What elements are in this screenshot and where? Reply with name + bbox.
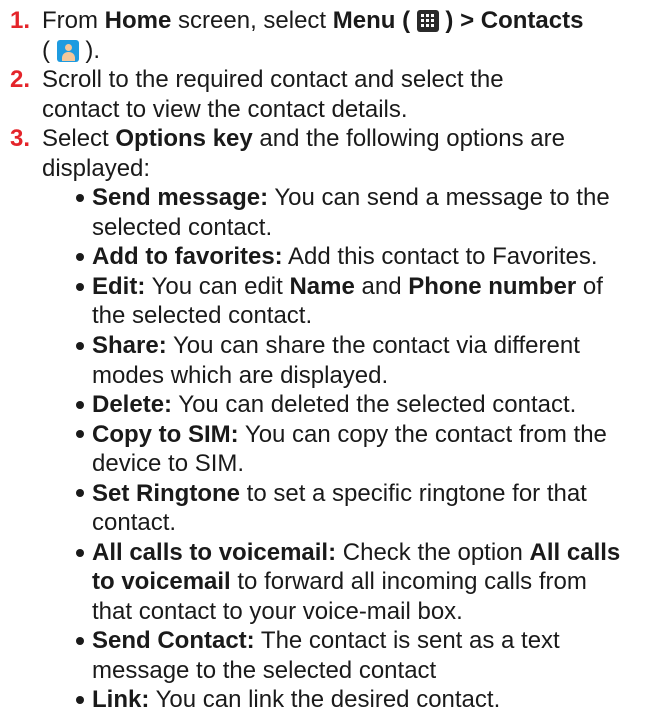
option-text: the selected contact. — [92, 302, 313, 330]
step-text: Select Options key and the following opt… — [42, 124, 647, 183]
instructions-document: 1. From Home screen, select Menu ( ) > C… — [0, 0, 655, 719]
option-text: Phone number — [408, 272, 577, 300]
option-label: Edit: — [92, 272, 146, 300]
contacts-person-icon — [56, 39, 79, 62]
option-label: Send message: — [92, 184, 269, 212]
option-share: Share: You can share the contact via dif… — [0, 331, 655, 390]
text-line: Scroll to the required contact and selec… — [42, 66, 504, 94]
step-1: 1. From Home screen, select Menu ( ) > C… — [0, 6, 655, 65]
option-label: Link: — [92, 686, 150, 714]
option-text: You can link the desired contact. — [149, 686, 501, 714]
option-text: Check the option — [336, 538, 530, 566]
option-text: The contact is sent as a text — [254, 627, 560, 655]
option-text: contact. — [92, 509, 177, 537]
text-run: From — [42, 7, 105, 34]
option-text: message to the selected contact — [92, 656, 437, 684]
option-text: to set a specific ringtone for that — [240, 479, 587, 507]
option-send-contact: Send Contact: The contact is sent as a t… — [0, 626, 655, 685]
option-text: You can deleted the selected contact. — [172, 391, 577, 419]
option-text: You can share the contact via different — [166, 331, 580, 359]
option-text: Name — [289, 272, 355, 300]
option-text: You can copy the contact from the — [238, 420, 607, 448]
option-set-ringtone: Set Ringtone to set a specific ringtone … — [0, 479, 655, 538]
bullet-icon — [76, 253, 84, 262]
step-2: 2. Scroll to the required contact and se… — [0, 65, 655, 124]
text-run: ( — [42, 36, 57, 64]
option-link: Link: You can link the desired contact. — [0, 685, 655, 715]
option-text: All calls — [529, 538, 621, 566]
option-text: selected contact. — [92, 213, 273, 241]
option-text: modes which are displayed. — [92, 361, 389, 389]
option-label: Delete: — [92, 391, 173, 419]
option-label: All calls to voicemail: — [92, 538, 337, 566]
home-label: Home — [104, 7, 172, 34]
step-text: Scroll to the required contact and selec… — [42, 65, 647, 124]
option-text: to voicemail — [92, 568, 231, 596]
text-run: Select — [42, 125, 116, 153]
bullet-icon — [76, 489, 84, 498]
option-delete: Delete: You can deleted the selected con… — [0, 390, 655, 420]
bullet-icon — [76, 637, 84, 646]
option-send-message: Send message: You can send a message to … — [0, 183, 655, 242]
option-label: Add to favorites: — [92, 243, 283, 271]
bullet-icon — [76, 548, 84, 557]
option-text: and — [354, 272, 409, 300]
options-key-label: Options key — [115, 125, 253, 153]
option-edit: Edit: You can edit Name and Phone number… — [0, 272, 655, 331]
menu-label: Menu — [332, 7, 396, 34]
option-label: Copy to SIM: — [92, 420, 239, 448]
option-text: You can send a message to the — [268, 184, 610, 212]
option-copy-to-sim: Copy to SIM: You can copy the contact fr… — [0, 420, 655, 479]
option-text: to forward all incoming calls from — [230, 568, 587, 596]
step-number: 3. — [10, 125, 31, 153]
option-text: of — [576, 272, 603, 300]
text-run: screen, select — [171, 7, 333, 34]
text-run: and the following options are — [252, 125, 565, 153]
contacts-label: ) > Contacts — [438, 7, 584, 34]
option-label: Set Ringtone — [92, 479, 240, 507]
step-3: 3. Select Options key and the following … — [0, 124, 655, 183]
bullet-icon — [76, 400, 84, 409]
text-line: contact to view the contact details. — [42, 95, 408, 123]
text-run: ). — [78, 36, 100, 64]
step-text: From Home screen, select Menu ( ) > Cont… — [42, 6, 647, 65]
option-text: device to SIM. — [92, 450, 245, 478]
option-label: Share: — [92, 331, 167, 359]
step-number: 1. — [10, 7, 31, 34]
option-text: that contact to your voice-mail box. — [92, 597, 463, 625]
step-number: 2. — [10, 66, 31, 94]
bullet-icon — [76, 194, 84, 203]
bullet-icon — [76, 282, 84, 291]
bullet-icon — [76, 696, 84, 705]
option-all-calls-to-voicemail: All calls to voicemail: Check the option… — [0, 538, 655, 627]
option-add-to-favorites: Add to favorites: Add this contact to Fa… — [0, 242, 655, 272]
option-text: You can edit — [145, 272, 290, 300]
menu-grid-icon — [416, 10, 439, 32]
text-run: ( — [395, 7, 417, 34]
option-text: Add this contact to Favorites. — [282, 243, 598, 271]
bullet-icon — [76, 341, 84, 350]
bullet-icon — [76, 430, 84, 439]
text-line: displayed: — [42, 154, 151, 182]
option-label: Send Contact: — [92, 627, 255, 655]
